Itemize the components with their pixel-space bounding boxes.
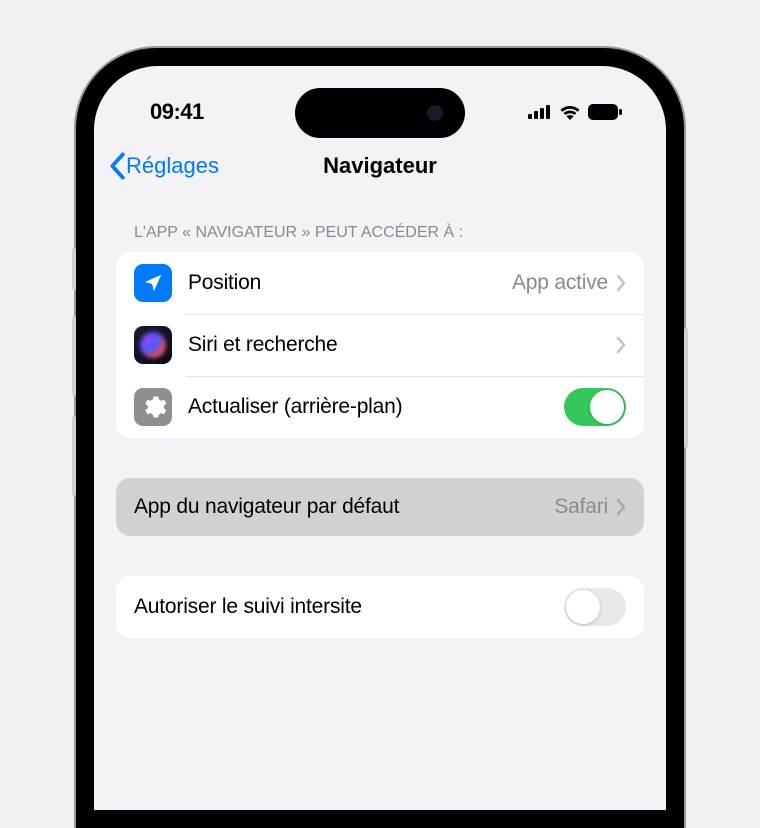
section-header-access: L'app « Navigateur » peut accéder à : (116, 196, 644, 252)
cellular-icon (528, 105, 552, 119)
row-background-refresh[interactable]: Actualiser (arrière-plan) (116, 376, 644, 438)
volume-up-button (72, 316, 76, 396)
row-label: App du navigateur par défaut (134, 495, 554, 519)
page-title: Navigateur (323, 153, 437, 179)
row-value: App active (512, 271, 608, 295)
list-group-access: Position App active Siri et recherche (116, 252, 644, 438)
gear-icon (134, 388, 172, 426)
row-cross-site-tracking[interactable]: Autoriser le suivi intersite (116, 576, 644, 638)
front-camera (427, 105, 443, 121)
screen: 09:41 (94, 66, 666, 810)
mute-switch (72, 248, 76, 290)
power-button (684, 328, 688, 448)
row-label: Siri et recherche (188, 333, 616, 357)
phone-frame: 09:41 (76, 48, 684, 828)
chevron-right-icon (616, 498, 626, 516)
toggle-knob (566, 590, 600, 624)
status-time: 09:41 (150, 99, 204, 125)
toggle-background-refresh[interactable] (564, 388, 626, 426)
chevron-right-icon (616, 336, 626, 354)
row-location[interactable]: Position App active (116, 252, 644, 314)
row-siri[interactable]: Siri et recherche (116, 314, 644, 376)
wifi-icon (559, 104, 581, 120)
siri-icon (134, 326, 172, 364)
toggle-cross-site-tracking[interactable] (564, 588, 626, 626)
dynamic-island (295, 88, 465, 138)
row-label: Position (188, 271, 512, 295)
chevron-right-icon (616, 274, 626, 292)
battery-icon (588, 104, 622, 120)
list-group-default-browser: App du navigateur par défaut Safari (116, 478, 644, 536)
volume-down-button (72, 416, 76, 496)
row-label: Actualiser (arrière-plan) (188, 395, 564, 419)
nav-bar: Réglages Navigateur (94, 132, 666, 196)
back-label: Réglages (126, 153, 219, 179)
row-value: Safari (554, 495, 608, 519)
status-icons (528, 104, 622, 120)
back-button[interactable]: Réglages (108, 152, 219, 180)
row-label: Autoriser le suivi intersite (134, 595, 564, 619)
row-default-browser[interactable]: App du navigateur par défaut Safari (116, 478, 644, 536)
list-group-cross-site: Autoriser le suivi intersite (116, 576, 644, 638)
location-icon (134, 264, 172, 302)
chevron-left-icon (108, 152, 126, 180)
toggle-knob (590, 390, 624, 424)
